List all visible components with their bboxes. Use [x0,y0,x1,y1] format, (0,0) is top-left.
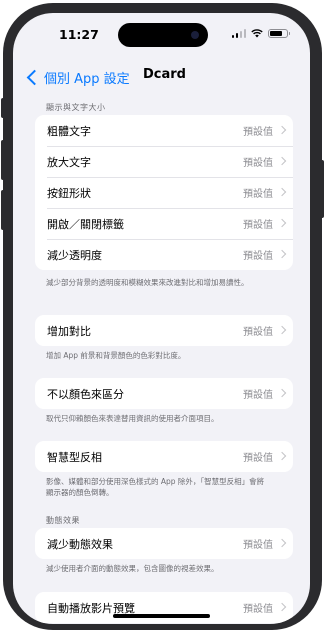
chevron-right-icon [277,249,287,259]
wifi-icon [251,29,263,38]
row-label: 增加對比 [47,324,91,338]
row-value: 預設值 [243,604,273,615]
row-label: 減少透明度 [47,248,102,262]
row-on-off-labels[interactable]: 開啟／關閉標籤 預設值 [35,208,293,239]
section-header-motion: 動態效果 [46,516,80,525]
action-button [1,98,5,118]
back-label: 個別 App 設定 [44,72,130,87]
autoplay-group: 自動播放影片預覽 預設值 [35,592,293,623]
row-label: 減少動態效果 [47,537,113,551]
motion-group: 減少動態效果 預設值 [35,528,293,559]
row-label: 智慧型反相 [47,450,102,464]
row-label: 按鈕形狀 [47,186,91,200]
section-header-display: 顯示與文字大小 [46,103,106,112]
status-icons [231,29,290,38]
dynamic-island [118,23,208,47]
power-button [320,160,324,218]
row-value: 預設值 [243,189,273,200]
invert-group: 智慧型反相 預設值 [35,441,293,472]
row-value: 預設值 [243,327,273,338]
display-text-group: 粗體文字 預設值 放大文字 預設值 按鈕形狀 預設值 開啟／關閉標籤 預設值 減… [35,115,293,270]
navigation-bar: 個別 App 設定 Dcard [13,63,310,93]
row-value: 預設值 [243,453,273,464]
row-reduce-motion[interactable]: 減少動態效果 預設值 [35,528,293,559]
back-button[interactable]: 個別 App 設定 [26,68,130,87]
chevron-right-icon [277,125,287,135]
chevron-left-icon [26,69,43,86]
chevron-right-icon [277,451,287,461]
page-title: Dcard [143,67,186,82]
row-differentiate-without-color[interactable]: 不以顏色來區分 預設值 [35,378,293,409]
row-label: 開啟／關閉標籤 [47,217,124,231]
home-indicator[interactable] [113,614,210,618]
row-bold-text[interactable]: 粗體文字 預設值 [35,115,293,146]
camera-icon [191,31,199,39]
cellular-signal-icon [231,29,246,38]
row-value: 預設值 [243,390,273,401]
chevron-right-icon [277,187,287,197]
chevron-right-icon [277,388,287,398]
row-value: 預設值 [243,251,273,262]
row-value: 預設值 [243,540,273,551]
section-footer-motion: 減少使用者介面的動態效果，包含圖像的視差效果。 [46,564,219,573]
chevron-right-icon [277,325,287,335]
row-value: 預設值 [243,220,273,231]
row-value: 預設值 [243,127,273,138]
volume-down-button [1,190,5,230]
row-button-shapes[interactable]: 按鈕形狀 預設值 [35,177,293,208]
chevron-right-icon [277,218,287,228]
chevron-right-icon [277,156,287,166]
row-label: 不以顏色來區分 [47,387,124,401]
section-footer-display: 減少部分背景的透明度和模糊效果來改進對比和增加易讀性。 [46,278,249,287]
row-value: 預設值 [243,158,273,169]
contrast-group: 增加對比 預設值 [35,315,293,346]
section-footer-differentiate: 取代只仰賴顏色來表達替用資訊的使用者介面項目。 [46,414,219,423]
volume-up-button [1,140,5,180]
differentiate-group: 不以顏色來區分 預設值 [35,378,293,409]
row-auto-play-video-previews[interactable]: 自動播放影片預覽 預設值 [35,592,293,623]
row-reduce-transparency[interactable]: 減少透明度 預設值 [35,239,293,270]
battery-icon [268,29,290,38]
row-smart-invert[interactable]: 智慧型反相 預設值 [35,441,293,472]
status-time: 11:27 [59,27,99,42]
row-label: 放大文字 [47,155,91,169]
chevron-right-icon [277,538,287,548]
row-larger-text[interactable]: 放大文字 預設值 [35,146,293,177]
chevron-right-icon [277,602,287,612]
section-footer-contrast: 增加 App 前景和背景顏色的色彩對比度。 [46,351,186,360]
row-increase-contrast[interactable]: 增加對比 預設值 [35,315,293,346]
row-label: 粗體文字 [47,124,91,138]
section-footer-invert: 影像、媒體和部分使用深色樣式的 App 除外，「智慧型反相」會將顯示器的顏色倒轉… [46,477,265,497]
screen: 11:27 個別 App 設定 Dcard 顯示與文字大小 粗體文字 預設值 放… [13,13,310,624]
